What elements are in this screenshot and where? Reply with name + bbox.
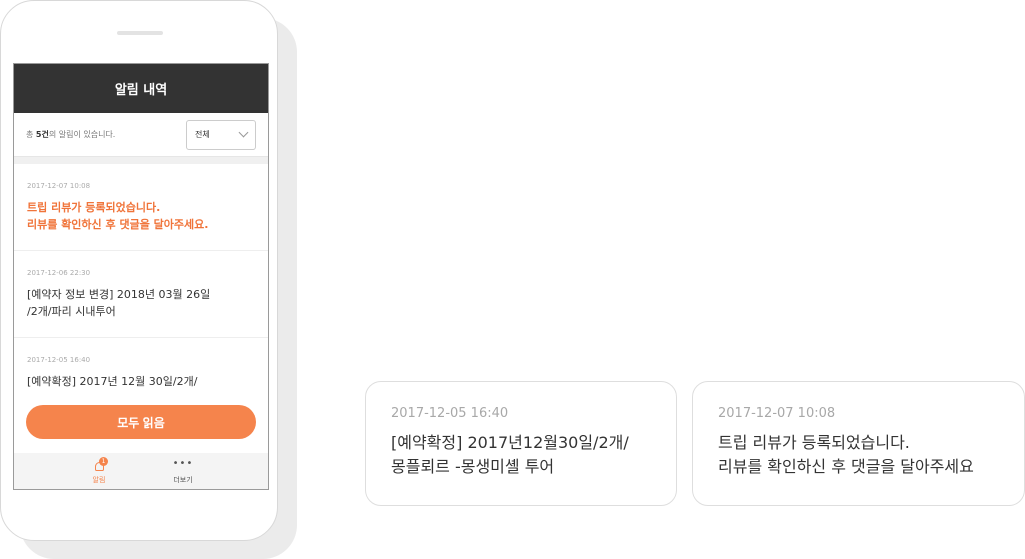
tab-more[interactable]: ••• 더보기 bbox=[166, 457, 200, 489]
notification-card: 2017-12-07 10:08 트립 리뷰가 등록되었습니다. 리뷰를 확인하… bbox=[692, 381, 1025, 506]
summary-bar: 총 5건의 알림이 있습니다. 전체 bbox=[14, 113, 268, 157]
notification-item[interactable]: 2017-12-06 22:30 [예약자 정보 변경] 2018년 03월 2… bbox=[14, 251, 268, 338]
card-time: 2017-12-07 10:08 bbox=[718, 406, 836, 421]
notification-time: 2017-12-06 22:30 bbox=[27, 269, 91, 277]
notification-time: 2017-12-05 16:40 bbox=[27, 356, 91, 364]
chevron-down-icon bbox=[238, 127, 249, 138]
filter-select[interactable]: 전체 bbox=[186, 119, 256, 150]
tab-more-icon-wrap: ••• bbox=[173, 457, 193, 473]
notification-badge: 1 bbox=[99, 457, 108, 466]
read-all-wrap: 모두 읽음 bbox=[14, 405, 268, 439]
notification-message: [예약확정] 2017년 12월 30일/2개/ bbox=[27, 375, 198, 388]
notification-summary: 총 5건의 알림이 있습니다. bbox=[26, 129, 115, 140]
tab-more-label: 더보기 bbox=[173, 476, 193, 484]
tab-alerts-icon-wrap: 1 bbox=[89, 457, 109, 473]
card-message: [예약확정] 2017년12월30일/2개/ 몽플뢰르 -몽생미셸 투어 bbox=[391, 433, 629, 476]
summary-suffix: 의 알림이 있습니다. bbox=[48, 130, 116, 139]
tab-bar: 1 알림 ••• 더보기 bbox=[14, 453, 268, 489]
notification-card: 2017-12-05 16:40 [예약확정] 2017년12월30일/2개/ … bbox=[365, 381, 677, 506]
notification-message: [예약자 정보 변경] 2018년 03월 26일 /2개/파리 시내투어 bbox=[27, 288, 211, 318]
notification-time: 2017-12-07 10:08 bbox=[27, 182, 91, 190]
tab-alerts[interactable]: 1 알림 bbox=[82, 457, 116, 489]
ellipsis-icon: ••• bbox=[172, 458, 194, 469]
notification-item[interactable]: 2017-12-07 10:08 트립 리뷰가 등록되었습니다. 리뷰를 확인하… bbox=[14, 164, 268, 251]
tab-alerts-label: 알림 bbox=[92, 476, 106, 484]
page-title: 알림 내역 bbox=[114, 83, 168, 98]
notification-message: 트립 리뷰가 등록되었습니다. 리뷰를 확인하신 후 댓글을 달아주세요. bbox=[27, 201, 209, 231]
phone-speaker bbox=[117, 31, 163, 35]
notification-item[interactable]: 2017-12-05 16:40 [예약확정] 2017년 12월 30일/2개… bbox=[14, 338, 268, 401]
filter-value: 전체 bbox=[195, 130, 210, 139]
phone-screen: 알림 내역 총 5건의 알림이 있습니다. 전체 2017-12-07 10:0… bbox=[13, 63, 269, 490]
phone-mockup: 알림 내역 총 5건의 알림이 있습니다. 전체 2017-12-07 10:0… bbox=[0, 0, 278, 541]
divider bbox=[14, 157, 268, 164]
read-all-button[interactable]: 모두 읽음 bbox=[26, 405, 256, 439]
summary-count: 5건 bbox=[35, 130, 49, 139]
card-time: 2017-12-05 16:40 bbox=[391, 406, 509, 421]
card-message: 트립 리뷰가 등록되었습니다. 리뷰를 확인하신 후 댓글을 달아주세요 bbox=[718, 433, 974, 476]
app-header: 알림 내역 bbox=[14, 64, 268, 113]
notification-list: 2017-12-07 10:08 트립 리뷰가 등록되었습니다. 리뷰를 확인하… bbox=[14, 164, 268, 401]
summary-prefix: 총 bbox=[26, 130, 36, 139]
